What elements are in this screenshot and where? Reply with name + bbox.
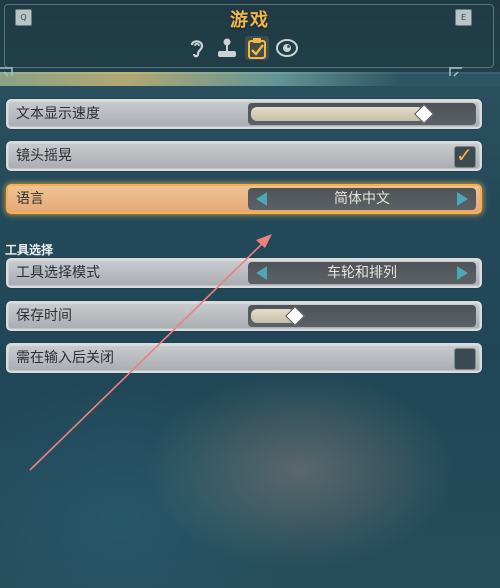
header-bar: Q E 游戏 [0,0,500,74]
arrow-right-icon[interactable] [457,192,468,206]
decorative-band [0,72,500,86]
eye-icon [276,39,298,57]
clipboard-check-icon [248,38,266,59]
tab-game[interactable] [245,36,269,60]
camera-shake-checkbox[interactable]: ✓ [454,143,476,168]
slider-fill [251,107,424,121]
setting-label: 文本显示速度 [16,106,100,122]
page-title: 游戏 [230,10,270,31]
annotation-arrow [29,234,272,471]
section-title: 工具选择 [5,243,54,257]
tool-mode-selector[interactable]: 车轮和排列 [248,262,476,284]
setting-label: 工具选择模式 [16,265,100,281]
language-selector[interactable]: 简体中文 [248,188,476,210]
setting-row-language[interactable]: 语言 简体中文 [6,184,482,214]
setting-row-close-after-input[interactable]: 需在输入后关闭 [6,343,482,373]
setting-label: 语言 [16,191,44,207]
setting-label: 需在输入后关闭 [16,350,114,366]
ear-icon [190,40,204,58]
setting-row-camera-shake[interactable]: 镜头摇晃 ✓ [6,141,482,171]
right-ornament-icon [449,67,462,77]
close-after-input-checkbox[interactable] [454,348,476,370]
setting-row-save-time[interactable]: 保存时间 [6,301,482,331]
category-tabs [185,36,305,62]
text-speed-slider[interactable] [248,103,476,125]
tab-display[interactable] [275,36,299,60]
setting-row-tool-select-mode[interactable]: 工具选择模式 车轮和排列 [6,258,482,288]
arrow-right-icon[interactable] [457,266,468,280]
left-ornament-icon [0,67,13,77]
checkmark-icon: ✓ [456,143,473,167]
setting-row-text-speed[interactable]: 文本显示速度 [6,99,482,129]
setting-label: 镜头摇晃 [16,148,72,164]
tab-controls[interactable] [215,36,239,60]
tool-mode-value: 车轮和排列 [327,265,397,281]
setting-label: 保存时间 [16,308,72,324]
joystick-icon [218,38,236,57]
language-value: 简体中文 [334,191,390,207]
save-time-slider[interactable] [248,305,476,327]
tab-audio[interactable] [185,36,209,60]
